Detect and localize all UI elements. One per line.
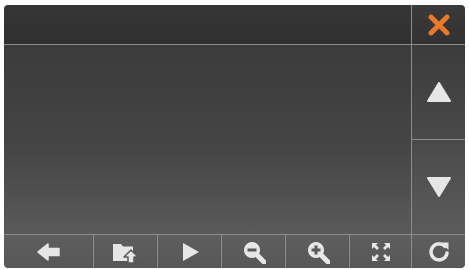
triangle-down-icon bbox=[426, 177, 451, 197]
folder-upload-icon bbox=[112, 243, 139, 264]
back-button[interactable] bbox=[4, 235, 94, 268]
triangle-up-icon bbox=[426, 82, 451, 102]
viewer-window bbox=[4, 5, 465, 268]
display-area[interactable] bbox=[4, 45, 412, 234]
zoom-in-button[interactable] bbox=[286, 235, 350, 268]
play-button[interactable] bbox=[158, 235, 222, 268]
fullscreen-button[interactable] bbox=[350, 235, 412, 268]
zoom-out-button[interactable] bbox=[222, 235, 286, 268]
close-icon bbox=[428, 14, 449, 35]
fullscreen-icon bbox=[371, 242, 390, 261]
title-bar bbox=[4, 5, 412, 45]
scroll-up-button[interactable] bbox=[412, 45, 465, 140]
play-icon bbox=[182, 242, 199, 261]
refresh-icon bbox=[428, 241, 449, 262]
zoom-out-icon bbox=[243, 241, 266, 264]
zoom-in-icon bbox=[307, 241, 330, 264]
close-button[interactable] bbox=[412, 5, 465, 45]
arrow-left-icon bbox=[36, 242, 60, 261]
scroll-down-button[interactable] bbox=[412, 140, 465, 234]
refresh-button[interactable] bbox=[412, 235, 465, 268]
bottom-toolbar bbox=[4, 234, 465, 268]
open-folder-button[interactable] bbox=[94, 235, 158, 268]
